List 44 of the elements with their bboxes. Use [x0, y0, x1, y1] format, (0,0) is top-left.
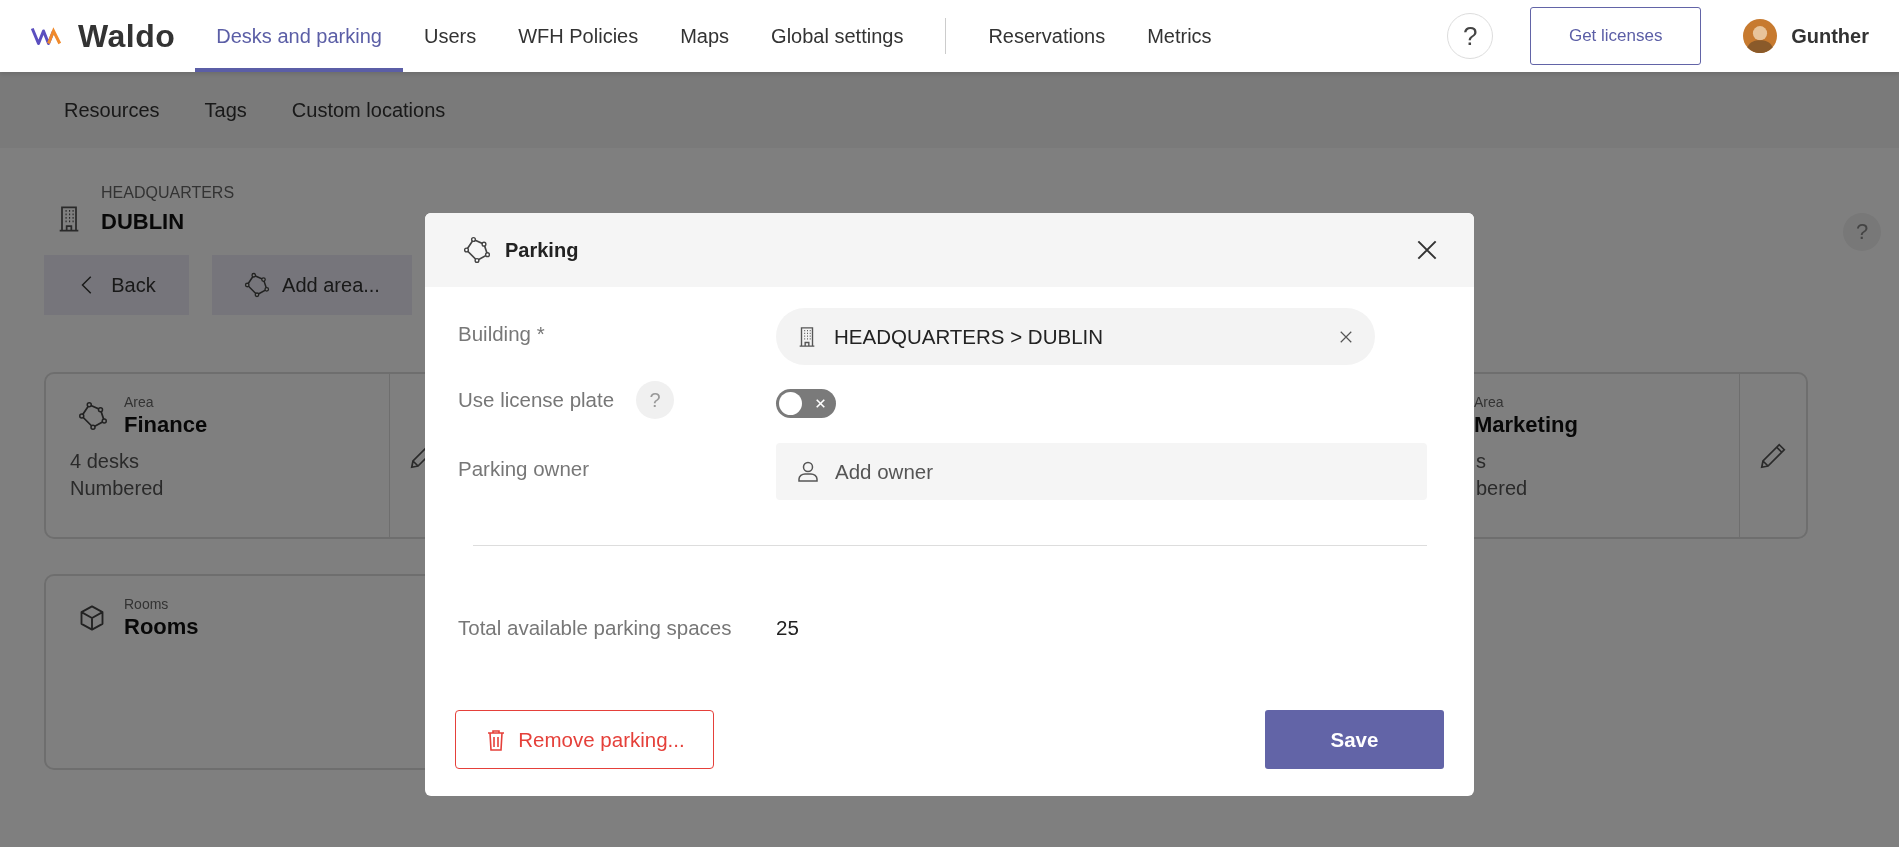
nav-tab[interactable]: Reservations [967, 0, 1127, 72]
field-label: Parking owner [458, 457, 590, 481]
card-detail: Numbered [70, 477, 164, 499]
card-label: Area [1474, 394, 1505, 410]
logo-text[interactable]: Waldo [78, 17, 176, 55]
nav-tab[interactable]: Metrics [1126, 0, 1233, 72]
card-detail: bered [1476, 477, 1528, 499]
location-parent: HEADQUARTERS [101, 184, 235, 202]
subnav-link[interactable]: Tags [204, 98, 247, 122]
nav-tab[interactable]: Maps [659, 0, 751, 72]
remove-parking-button[interactable]: Remove parking... [455, 710, 714, 769]
owner-field[interactable]: Add owner [776, 443, 1427, 500]
user-name[interactable]: Gunther [1791, 24, 1869, 48]
dialog-title: Parking [505, 238, 580, 262]
field-label: Building * [458, 322, 545, 346]
subnav-link[interactable]: Custom locations [291, 98, 446, 122]
polygon-icon [244, 272, 271, 298]
total-label: Total available parking spaces [458, 616, 733, 640]
get-licenses-button[interactable]: Get licenses [1530, 7, 1702, 65]
cross-icon [814, 397, 827, 410]
card-label: Area [124, 394, 155, 410]
back-button[interactable]: Back [44, 255, 189, 315]
polygon-icon [78, 401, 108, 431]
card-title: Rooms [124, 614, 200, 640]
card-label: Rooms [124, 596, 170, 612]
toggle-switch[interactable] [776, 389, 836, 418]
nav-tab[interactable]: WFH Policies [497, 0, 660, 72]
total-value: 25 [776, 616, 800, 640]
add-area-button[interactable]: Add area... [212, 255, 412, 315]
card-title: Marketing [1474, 412, 1579, 438]
card-title: Finance [124, 412, 209, 438]
nav-tab[interactable]: Global settings [750, 0, 925, 72]
building-field[interactable]: HEADQUARTERS > DUBLIN [776, 308, 1375, 365]
polygon-icon [463, 236, 491, 264]
card-detail: s [1476, 450, 1486, 472]
subnav-link[interactable]: Resources [64, 98, 160, 122]
card-detail: 4 desks [70, 450, 139, 472]
save-button[interactable]: Save [1265, 710, 1444, 769]
help-button[interactable]: ? [1447, 13, 1494, 59]
location-name: DUBLIN [101, 209, 186, 235]
field-label: Use license plate [458, 388, 615, 412]
cube-icon [78, 604, 106, 632]
avatar-icon[interactable] [1743, 19, 1778, 53]
nav-tab[interactable]: Users [402, 0, 498, 72]
